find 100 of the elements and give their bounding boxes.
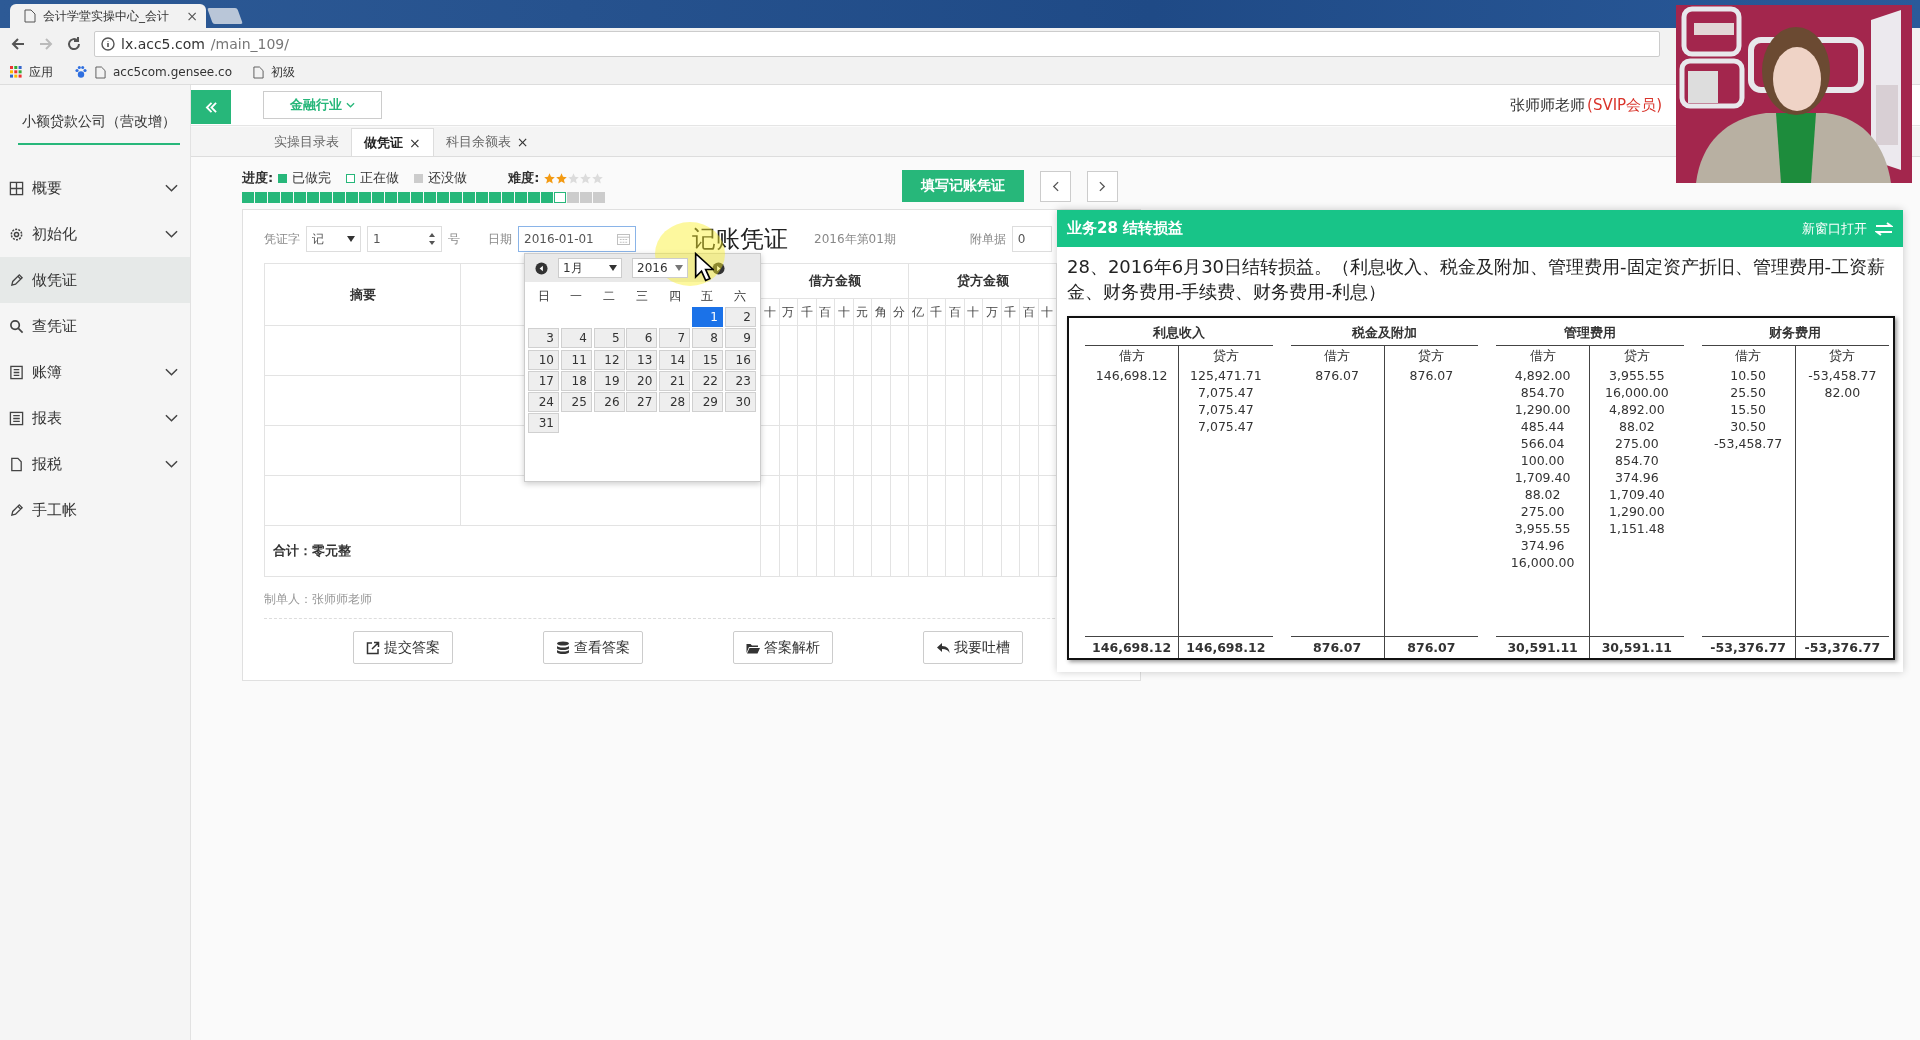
calendar-day[interactable]: 21	[659, 370, 691, 391]
chevron-down-icon	[165, 230, 178, 238]
debit-total: 876.07	[1312, 639, 1363, 657]
voucher-number-field[interactable]: 1	[367, 226, 442, 252]
amount-cell-text: 3,955.55	[1513, 520, 1572, 537]
tab[interactable]: 做凭证 ×	[351, 128, 434, 156]
calendar-day[interactable]: 23	[724, 370, 756, 391]
question-text: 28、2016年6月30日结转损益。（利息收入、税金及附加、管理费用-固定资产折旧、管理费用-工资薪金、财务费用-手续费、财务费用-利息）	[1066, 255, 1887, 304]
calendar-day[interactable]: 8	[692, 328, 723, 349]
next-month-button[interactable]	[712, 261, 725, 275]
tab-close-button[interactable]: ×	[409, 134, 421, 151]
action-button[interactable]: 答案解析	[733, 631, 833, 664]
calendar-day[interactable]: 14	[659, 349, 691, 370]
calendar-day[interactable]: 13	[626, 349, 658, 370]
page-icon	[253, 65, 264, 79]
action-button[interactable]: 提交答案	[353, 631, 453, 664]
calendar-day[interactable]: 18	[560, 370, 592, 391]
sidebar-item[interactable]: 手工帐	[0, 487, 190, 533]
sidebar-item[interactable]: 查凭证	[0, 303, 190, 349]
calendar-day[interactable]: 25	[560, 391, 592, 412]
credit-total: -53,376.77	[1794, 637, 1889, 658]
debit-label: 借方	[1734, 347, 1763, 365]
sidebar-item[interactable]: 初始化	[0, 211, 190, 257]
legend-label: 还没做	[428, 169, 468, 187]
tab-close-button[interactable]: ×	[516, 134, 529, 150]
calendar-day[interactable]: 16	[724, 349, 756, 370]
amount-cell-text: 1,709.40	[1608, 486, 1666, 503]
account-name: 财务费用	[1701, 318, 1889, 346]
calendar-day[interactable]: 5	[593, 328, 625, 349]
user-name[interactable]: 张师师老师	[1510, 95, 1586, 115]
calendar-day[interactable]: 24	[528, 391, 559, 412]
action-button[interactable]: 查看答案	[543, 631, 643, 664]
amount-cell-text: 15.50	[1729, 401, 1767, 418]
amount-cell-text: 146,698.12	[1094, 367, 1169, 384]
calendar-day[interactable]: 22	[692, 370, 723, 391]
tab[interactable]: 实操目录表	[262, 128, 351, 156]
digit-header: 十	[834, 298, 853, 326]
collapse-sidebar-button[interactable]	[191, 90, 231, 124]
calendar-day[interactable]: 27	[626, 391, 658, 412]
sidebar-item[interactable]: 账簿	[0, 349, 190, 395]
back-icon[interactable]	[10, 36, 26, 52]
action-button[interactable]: 我要吐槽	[923, 631, 1023, 664]
calendar-day[interactable]: 1	[692, 307, 723, 328]
calendar-day[interactable]: 26	[593, 391, 625, 412]
pencil-icon	[9, 272, 24, 288]
amount-cell-text: 30.50	[1729, 418, 1767, 435]
amount-cell-text: 88.02	[1523, 486, 1562, 503]
caret-down-icon	[675, 265, 683, 271]
calendar-day[interactable]: 11	[560, 349, 592, 370]
search-icon	[9, 318, 24, 334]
voucher-word-select[interactable]: 记	[306, 226, 361, 252]
calendar-day[interactable]: 30	[724, 391, 756, 412]
amount-cell-text: 4,892.00	[1608, 401, 1666, 418]
tab-title: 会计学堂实操中心_会计	[43, 7, 170, 25]
calendar-day[interactable]: 9	[724, 328, 756, 349]
address-bar[interactable]: lx.acc5.com /main_109/	[94, 31, 1660, 57]
spinner-arrows-icon[interactable]	[428, 231, 436, 247]
sidebar-item[interactable]: 概要	[0, 165, 190, 211]
sidebar-item[interactable]: 报税	[0, 441, 190, 487]
calendar-day[interactable]: 10	[528, 349, 559, 370]
new-tab-button[interactable]	[207, 8, 243, 24]
calendar-day[interactable]: 6	[626, 328, 658, 349]
sidebar-item[interactable]: 报表	[0, 395, 190, 441]
calendar-day[interactable]: 3	[528, 328, 559, 349]
bookmark[interactable]: acc5com.gensee.co	[113, 65, 232, 79]
membership-label: (SVIP会员)	[1587, 95, 1662, 115]
page-icon	[95, 65, 106, 79]
amount-cell-text: 88.02	[1617, 418, 1656, 435]
tab-close-button[interactable]: ×	[186, 8, 198, 24]
database-icon	[556, 640, 570, 655]
calendar-day[interactable]: 31	[528, 413, 559, 434]
previous-month-button[interactable]	[535, 261, 548, 275]
reload-icon[interactable]	[66, 36, 82, 52]
field-label: 凭证字	[264, 230, 300, 248]
date-field[interactable]: 2016-01-01	[518, 226, 636, 252]
calendar-day[interactable]: 2	[724, 307, 756, 328]
swap-arrows-icon[interactable]	[1875, 221, 1893, 236]
sidebar-item[interactable]: 做凭证	[0, 257, 190, 303]
apps-grid-icon[interactable]	[10, 66, 22, 78]
calendar-day[interactable]: 15	[692, 349, 723, 370]
column-header: 贷方金额	[956, 273, 1009, 288]
calendar-day[interactable]: 12	[593, 349, 625, 370]
calendar-day[interactable]: 17	[528, 370, 559, 391]
attachments-field[interactable]: 0	[1011, 226, 1052, 252]
calendar-day[interactable]: 19	[593, 370, 625, 391]
calendar-day[interactable]: 28	[659, 391, 691, 412]
field-label: 日期	[488, 230, 512, 248]
bookmark[interactable]: 应用	[29, 63, 53, 81]
amount-cell-text: 876.07	[1314, 367, 1360, 384]
tab[interactable]: 科目余额表 ×	[433, 128, 541, 156]
bookmark[interactable]: 初级	[271, 63, 295, 81]
calendar-day[interactable]: 20	[626, 370, 658, 391]
month-select[interactable]: 1月	[558, 258, 622, 278]
browser-tab[interactable]: 会计学堂实操中心_会计 ×	[10, 4, 206, 28]
amount-cell-text: 7,075.47	[1197, 401, 1255, 418]
calendar-day[interactable]: 7	[659, 328, 691, 349]
year-select[interactable]: 2016	[632, 258, 688, 278]
calendar-day[interactable]: 4	[560, 328, 592, 349]
calendar-day[interactable]: 29	[692, 391, 723, 412]
amount-cell-text: 854.70	[1614, 452, 1660, 469]
